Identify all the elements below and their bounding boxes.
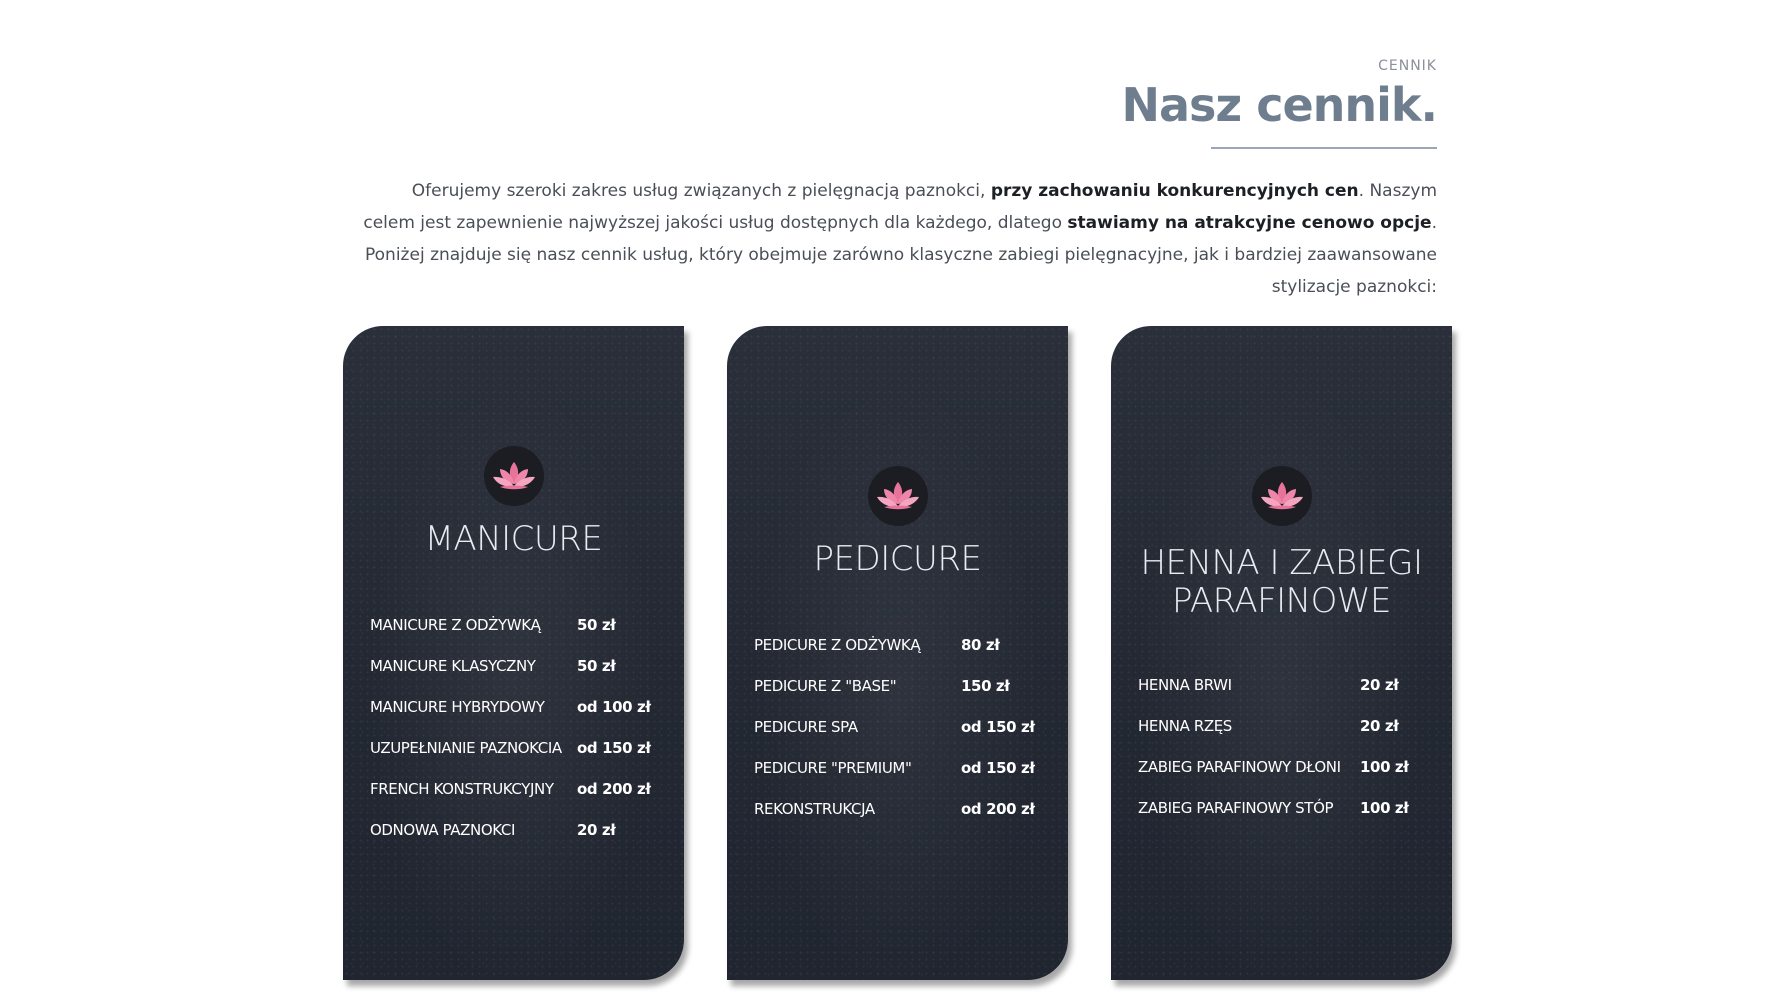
pricing-card-pedicure: PEDICURE PEDICURE Z ODŻYWKĄ 80 zł PEDICUR… [727, 326, 1068, 980]
service-name: ZABIEG PARAFINOWY DŁONI [1138, 757, 1341, 776]
lotus-icon [483, 446, 544, 506]
title-divider [1211, 147, 1437, 149]
service-price: 100 zł [1360, 757, 1409, 776]
price-row: UZUPEŁNIANIE PAZNOKCIA od 150 zł [370, 727, 674, 768]
service-name: MANICURE Z ODŻYWKĄ [370, 615, 541, 634]
service-price: od 150 zł [577, 738, 651, 757]
lotus-icon [1251, 466, 1312, 526]
service-price: od 150 zł [961, 717, 1035, 736]
price-row: ZABIEG PARAFINOWY DŁONI 100 zł [1138, 746, 1442, 787]
card-title-line-2: PARAFINOWE [1172, 581, 1391, 621]
service-name: ZABIEG PARAFINOWY STÓP [1138, 798, 1334, 817]
page-title: Nasz cennik. [1121, 78, 1438, 132]
pricing-header: CENNIK Nasz cennik. Oferujemy szeroki za… [0, 0, 1778, 300]
price-list: MANICURE Z ODŻYWKĄ 50 zł MANICURE KLASYCZ… [370, 604, 674, 850]
service-name: UZUPEŁNIANIE PAZNOKCIA [370, 738, 562, 757]
card-title: PEDICURE [813, 539, 982, 579]
service-price: 20 zł [577, 820, 616, 839]
price-list: HENNA BRWI 20 zł HENNA RZĘS 20 zł ZABIEG P… [1138, 664, 1442, 828]
price-row: PEDICURE Z ODŻYWKĄ 80 zł [754, 624, 1058, 665]
price-row: MANICURE HYBRYDOWY od 100 zł [370, 686, 674, 727]
service-price: 20 zł [1360, 675, 1399, 694]
service-price: od 100 zł [577, 697, 651, 716]
service-name: HENNA RZĘS [1138, 716, 1232, 735]
price-row: PEDICURE SPA od 150 zł [754, 706, 1058, 747]
price-row: PEDICURE Z "BASE" 150 zł [754, 665, 1058, 706]
service-price: 20 zł [1360, 716, 1399, 735]
service-name: MANICURE KLASYCZNY [370, 656, 536, 675]
service-name: PEDICURE "PREMIUM" [754, 758, 912, 777]
section-eyebrow: CENNIK [1378, 58, 1437, 74]
price-row: HENNA RZĘS 20 zł [1138, 705, 1442, 746]
lotus-icon-svg [492, 462, 535, 490]
price-row: REKONSTRUKCJA od 200 zł [754, 788, 1058, 829]
intro-bold-1: przy zachowaniu konkurencyjnych cen [990, 181, 1359, 201]
price-row: HENNA BRWI 20 zł [1138, 664, 1442, 705]
service-price: 80 zł [961, 635, 1000, 654]
lotus-icon-svg [876, 482, 919, 510]
service-name: PEDICURE SPA [754, 717, 858, 736]
service-price: od 200 zł [961, 799, 1035, 818]
price-row: MANICURE Z ODŻYWKĄ 50 zł [370, 604, 674, 645]
service-price: od 200 zł [577, 779, 651, 798]
lotus-icon-svg [1260, 482, 1303, 510]
card-title: MANICURE [424, 519, 603, 559]
service-price: 150 zł [961, 676, 1010, 695]
service-name: HENNA BRWI [1138, 675, 1232, 694]
price-row: FRENCH KONSTRUKCYJNY od 200 zł [370, 768, 674, 809]
service-name: PEDICURE Z "BASE" [754, 676, 897, 695]
service-name: REKONSTRUKCJA [754, 799, 875, 818]
service-name: FRENCH KONSTRUKCYJNY [370, 779, 554, 798]
service-price: 50 zł [577, 615, 616, 634]
price-row: ZABIEG PARAFINOWY STÓP 100 zł [1138, 787, 1442, 828]
service-price: 50 zł [577, 656, 616, 675]
card-title: HENNA I ZABIEGI PARAFINOWE [1111, 544, 1452, 620]
pricing-card-manicure: MANICURE MANICURE Z ODŻYWKĄ 50 zł MANICUR… [343, 326, 684, 980]
price-row: MANICURE KLASYCZNY 50 zł [370, 645, 674, 686]
card-title-line-1: HENNA I ZABIEGI [1140, 543, 1423, 583]
intro-bold-2: stawiamy na atrakcyjne cenowo opcje [1067, 213, 1432, 233]
service-price: od 150 zł [961, 758, 1035, 777]
lotus-icon [867, 466, 928, 526]
pricing-card-henna: HENNA I ZABIEGI PARAFINOWE HENNA BRWI 20 z… [1111, 326, 1452, 980]
price-list: PEDICURE Z ODŻYWKĄ 80 zł PEDICURE Z "BASE… [754, 624, 1058, 829]
price-row: PEDICURE "PREMIUM" od 150 zł [754, 747, 1058, 788]
service-name: MANICURE HYBRYDOWY [370, 697, 545, 716]
price-row: ODNOWA PAZNOKCI 20 zł [370, 809, 674, 850]
service-price: 100 zł [1360, 798, 1409, 817]
service-name: ODNOWA PAZNOKCI [370, 820, 515, 839]
service-name: PEDICURE Z ODŻYWKĄ [754, 635, 921, 654]
intro-paragraph: Oferujemy szeroki zakres usług związanyc… [357, 175, 1437, 303]
intro-text-1: Oferujemy szeroki zakres usług związanyc… [411, 181, 991, 201]
